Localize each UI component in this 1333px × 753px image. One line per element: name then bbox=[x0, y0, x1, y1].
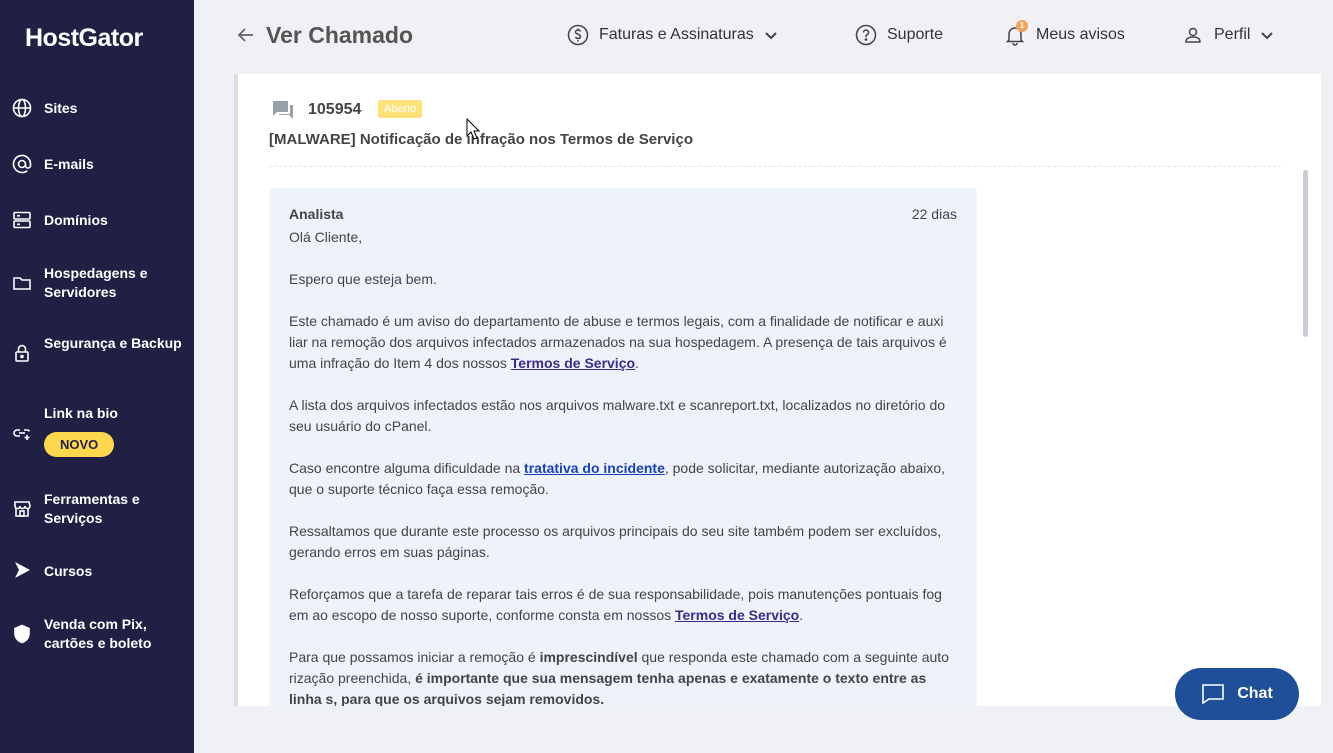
sidebar-item-ferramentas[interactable]: Ferramentas e Serviços bbox=[0, 490, 194, 528]
sidebar: HostGator Sites E-mails Domínios Hospeda… bbox=[0, 0, 194, 753]
divider bbox=[269, 166, 1281, 167]
sidebar-item-dominios[interactable]: Domínios bbox=[0, 210, 194, 230]
billing-menu[interactable]: Faturas e Assinaturas bbox=[567, 24, 778, 46]
user-icon bbox=[1185, 27, 1201, 43]
chevron-down-icon bbox=[765, 32, 777, 40]
sidebar-item-label: Cursos bbox=[44, 563, 93, 579]
sidebar-item-seguranca[interactable]: Segurança e Backup bbox=[0, 334, 194, 372]
terms-link[interactable]: Termos de Serviço bbox=[511, 355, 635, 371]
chat-label: Chat bbox=[1237, 685, 1273, 702]
terms-link[interactable]: Termos de Serviço bbox=[675, 607, 799, 623]
chat-bubble-icon bbox=[272, 100, 294, 120]
notices-link[interactable]: 1 Meus avisos bbox=[1004, 20, 1125, 46]
message-author: Analista bbox=[289, 206, 344, 222]
support-link[interactable]: Suporte bbox=[855, 24, 943, 46]
message-body: Olá Cliente, Espero que esteja bem. Este… bbox=[289, 227, 961, 706]
sidebar-item-label: Ferramentas e Serviços bbox=[44, 491, 140, 526]
new-badge: NOVO bbox=[44, 432, 115, 457]
chat-button[interactable]: Chat bbox=[1175, 668, 1299, 720]
message-paragraph: Espero que esteja bem. bbox=[289, 271, 437, 287]
notification-count-badge: 1 bbox=[1016, 20, 1028, 32]
store-icon bbox=[12, 499, 32, 519]
sidebar-item-venda[interactable]: Venda com Pix, cartões e boleto bbox=[0, 615, 194, 653]
sidebar-item-label: Segurança e Backup bbox=[44, 335, 182, 351]
sidebar-item-cursos[interactable]: Cursos bbox=[0, 560, 194, 582]
globe-icon bbox=[12, 98, 32, 118]
billing-label: Faturas e Assinaturas bbox=[599, 26, 754, 43]
at-icon bbox=[12, 154, 32, 174]
bell-icon: 1 bbox=[1004, 20, 1028, 46]
profile-menu[interactable]: Perfil bbox=[1182, 24, 1274, 46]
message-greeting: Olá Cliente, bbox=[289, 229, 363, 245]
incident-link[interactable]: tratativa do incidente bbox=[524, 460, 665, 476]
ticket-card: 105954 Aberto [MALWARE] Notificação de i… bbox=[234, 74, 1321, 706]
message-paragraph: Este chamado é um aviso do departamento … bbox=[289, 313, 947, 371]
back-arrow-icon[interactable] bbox=[236, 25, 256, 45]
sidebar-item-label: Venda com Pix, cartões e boleto bbox=[44, 616, 152, 651]
hostgator-logo[interactable]: HostGator bbox=[25, 24, 143, 53]
sidebar-item-label: Hospedagens e Servidores bbox=[44, 265, 148, 300]
status-badge: Aberto bbox=[378, 100, 423, 118]
mouse-cursor-icon bbox=[466, 118, 480, 140]
support-label: Suporte bbox=[887, 26, 944, 43]
chevron-down-icon bbox=[1261, 32, 1274, 40]
ticket-subject: [MALWARE] Notificação de infração nos Te… bbox=[269, 131, 693, 148]
help-icon bbox=[855, 24, 877, 46]
lock-icon bbox=[12, 343, 32, 363]
message-paragraph: Ressaltamos que durante este processo os… bbox=[289, 523, 942, 560]
sidebar-item-link-na-bio[interactable]: Link na bio NOVO bbox=[0, 404, 194, 460]
folder-icon bbox=[12, 273, 32, 293]
sidebar-item-label: Domínios bbox=[44, 212, 108, 228]
sidebar-item-label: Link na bio bbox=[44, 405, 118, 421]
dollar-icon bbox=[567, 24, 589, 46]
message-paragraph: Caso encontre alguma dificuldade na trat… bbox=[289, 460, 946, 497]
shield-icon bbox=[12, 624, 32, 644]
message-paragraph: Para que possamos iniciar a remoção é im… bbox=[289, 649, 949, 706]
message-card: Analista 22 dias Olá Cliente, Espero que… bbox=[269, 188, 977, 706]
ticket-id: 105954 bbox=[308, 101, 362, 118]
notices-label: Meus avisos bbox=[1036, 26, 1125, 43]
chat-icon bbox=[1202, 684, 1225, 705]
sidebar-item-sites[interactable]: Sites bbox=[0, 98, 194, 118]
server-icon bbox=[12, 210, 32, 230]
message-time: 22 dias bbox=[911, 206, 957, 222]
message-paragraph: A lista dos arquivos infectados estão no… bbox=[289, 397, 946, 434]
link-icon bbox=[12, 423, 32, 443]
sidebar-item-label: E-mails bbox=[44, 156, 94, 172]
message-paragraph: Reforçamos que a tarefa de reparar tais … bbox=[289, 586, 942, 623]
play-icon bbox=[12, 560, 32, 580]
page-title: Ver Chamado bbox=[266, 22, 413, 48]
sidebar-item-label: Sites bbox=[44, 100, 78, 116]
sidebar-item-emails[interactable]: E-mails bbox=[0, 154, 194, 174]
scrollbar[interactable] bbox=[1303, 170, 1308, 337]
sidebar-item-hospedagens[interactable]: Hospedagens e Servidores bbox=[0, 264, 194, 302]
profile-label: Perfil bbox=[1214, 26, 1251, 43]
